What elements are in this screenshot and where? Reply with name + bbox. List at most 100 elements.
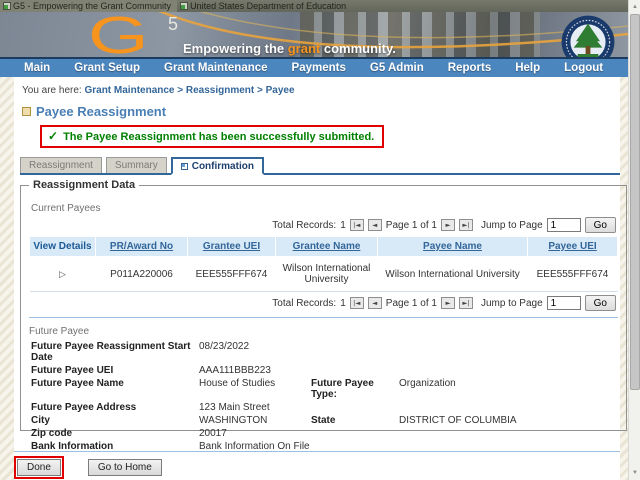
total-records-value: 1 (340, 298, 346, 309)
table-header-row: View Details PR/Award No Grantee UEI Gra… (30, 237, 618, 257)
col-view-details: View Details (33, 241, 91, 252)
breadcrumb: You are here: Grant Maintenance > Reassi… (14, 77, 620, 96)
section-divider (29, 317, 618, 318)
prev-page-button[interactable]: ◄ (368, 219, 382, 231)
expand-row-icon[interactable]: ▷ (59, 269, 66, 279)
page-icon (180, 2, 188, 10)
reassignment-data-fieldset: Reassignment Data Current Payees Total R… (20, 179, 627, 431)
nav-item-g5-admin[interactable]: G5 Admin (370, 62, 424, 74)
department-of-education-seal (553, 14, 623, 57)
browser-tab-label: G5 - Empowering the Grant Community (13, 1, 171, 11)
future-payee-details: Future Payee Reassignment Start Date 08/… (31, 341, 618, 452)
field-label: Bank Information (31, 441, 199, 452)
page-title: Payee Reassignment (14, 96, 620, 119)
field-value: AAA111BBB223 (199, 365, 311, 376)
jump-to-page-label: Jump to Page (481, 298, 543, 309)
browser-tab-g5[interactable]: G5 - Empowering the Grant Community (0, 0, 177, 12)
jump-to-page-input[interactable] (547, 296, 581, 310)
breadcrumb-path[interactable]: Grant Maintenance > Reassignment > Payee (84, 85, 294, 96)
g5-logo-g: G (88, 12, 149, 57)
nav-item-payments[interactable]: Payments (292, 62, 346, 74)
current-payees-table: View Details PR/Award No Grantee UEI Gra… (29, 236, 618, 292)
done-annotation-box: Done (14, 456, 64, 479)
go-button[interactable]: Go (585, 295, 616, 311)
browser-tab-ed[interactable]: United States Department of Education (177, 0, 352, 12)
current-payees-label: Current Payees (31, 203, 618, 214)
field-label: Future Payee UEI (31, 365, 199, 376)
prev-page-button[interactable]: ◄ (368, 297, 382, 309)
first-page-button[interactable]: |◄ (350, 219, 364, 231)
total-records-label: Total Records: (272, 298, 336, 309)
nav-item-grant-maintenance[interactable]: Grant Maintenance (164, 62, 268, 74)
tab-bar: Reassignment Summary Confirmation (20, 158, 620, 175)
header-banner: G 5 Empowering the grant community. (0, 12, 628, 57)
go-to-home-button[interactable]: Go to Home (88, 459, 162, 476)
tab-confirmation[interactable]: Confirmation (171, 157, 264, 175)
nav-item-main[interactable]: Main (24, 62, 50, 74)
field-value: Bank Information On File (199, 441, 311, 452)
last-page-button[interactable]: ►| (459, 297, 473, 309)
tab-reassignment[interactable]: Reassignment (20, 157, 102, 173)
page-icon (3, 2, 11, 10)
done-button[interactable]: Done (17, 459, 61, 476)
nav-item-logout[interactable]: Logout (564, 62, 603, 74)
go-button[interactable]: Go (585, 217, 616, 233)
nav-item-reports[interactable]: Reports (448, 62, 491, 74)
checkmark-icon: ✓ (48, 129, 58, 143)
pagination-bottom: Total Records: 1 |◄ ◄ Page 1 of 1 ► ►| J… (29, 295, 616, 311)
first-page-button[interactable]: |◄ (350, 297, 364, 309)
col-payee-name[interactable]: Payee Name (423, 241, 482, 252)
jump-to-page-label: Jump to Page (481, 220, 543, 231)
pagination-top: Total Records: 1 |◄ ◄ Page 1 of 1 ► ►| J… (29, 217, 616, 233)
nav-item-grant-setup[interactable]: Grant Setup (74, 62, 140, 74)
col-grantee-name[interactable]: Grantee Name (293, 241, 361, 252)
field-value: 08/23/2022 (199, 341, 311, 363)
field-value: Organization (399, 378, 618, 400)
field-value: House of Studies (199, 378, 311, 400)
total-records-value: 1 (340, 220, 346, 231)
last-page-button[interactable]: ►| (459, 219, 473, 231)
field-value: 20017 (199, 428, 311, 439)
page-indicator: Page 1 of 1 (386, 298, 437, 309)
next-page-button[interactable]: ► (441, 219, 455, 231)
section-bullet-icon (22, 107, 31, 116)
col-pr-award-no[interactable]: PR/Award No (110, 241, 173, 252)
main-navigation: Main Grant Setup Grant Maintenance Payme… (0, 57, 628, 77)
action-buttons: Done Go to Home (14, 456, 620, 479)
field-label: State (311, 415, 399, 426)
cell-grantee-name: Wilson International University (276, 257, 378, 292)
field-value: DISTRICT OF COLUMBIA (399, 415, 618, 426)
field-label: Zip code (31, 428, 199, 439)
scroll-down-arrow-icon[interactable]: ▼ (630, 468, 640, 478)
tab-summary[interactable]: Summary (106, 157, 167, 173)
cell-payee-name: Wilson International University (378, 257, 528, 292)
success-message: ✓The Payee Reassignment has been success… (40, 125, 384, 148)
fieldset-legend: Reassignment Data (29, 179, 139, 191)
next-page-button[interactable]: ► (441, 297, 455, 309)
g5-logo-5: 5 (168, 14, 178, 35)
tagline: Empowering the grant community. (183, 41, 396, 56)
col-grantee-uei[interactable]: Grantee UEI (203, 241, 260, 252)
cell-pr-award-no: P011A220006 (96, 257, 188, 292)
breadcrumb-prefix: You are here: (22, 85, 84, 96)
field-label: Future Payee Reassignment Start Date (31, 341, 199, 363)
g5-application-window: G5 - Empowering the Grant Community Unit… (0, 0, 640, 480)
cell-payee-uei: EEE555FFF674 (528, 257, 618, 292)
field-value: WASHINGTON (199, 415, 311, 426)
col-payee-uei[interactable]: Payee UEI (548, 241, 596, 252)
field-label: City (31, 415, 199, 426)
table-row: ▷ P011A220006 EEE555FFF674 Wilson Intern… (30, 257, 618, 292)
nav-item-help[interactable]: Help (515, 62, 540, 74)
jump-to-page-input[interactable] (547, 218, 581, 232)
page-indicator: Page 1 of 1 (386, 220, 437, 231)
scroll-up-arrow-icon[interactable]: ▲ (630, 2, 640, 12)
cell-grantee-uei: EEE555FFF674 (188, 257, 276, 292)
future-payee-label: Future Payee (29, 326, 618, 337)
total-records-label: Total Records: (272, 220, 336, 231)
scrollbar-thumb[interactable] (630, 14, 640, 390)
page-content: You are here: Grant Maintenance > Reassi… (14, 77, 620, 480)
window-title-bar: G5 - Empowering the Grant Community Unit… (0, 0, 640, 12)
field-value: 123 Main Street (199, 402, 311, 413)
field-label: Future Payee Name (31, 378, 199, 400)
vertical-scrollbar[interactable]: ▲ ▼ (628, 0, 640, 480)
